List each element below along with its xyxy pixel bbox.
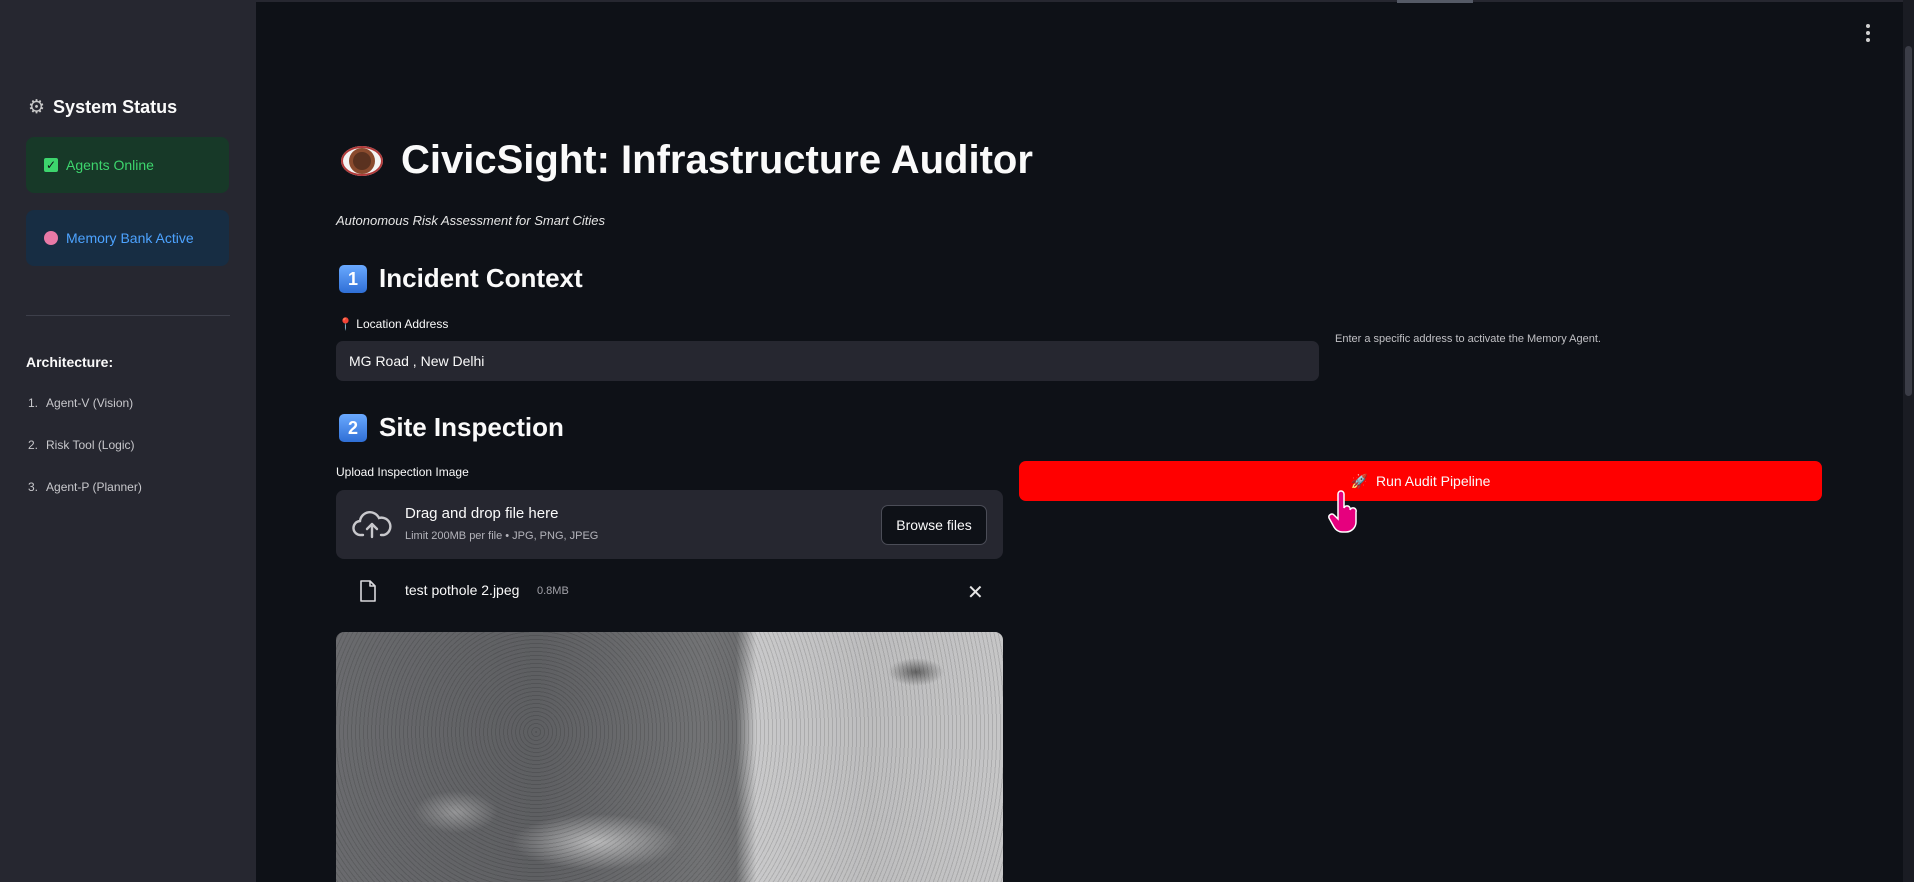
page-title: CivicSight: Infrastructure Auditor [341, 138, 1033, 183]
eye-icon [341, 145, 383, 176]
top-border [0, 0, 1914, 2]
top-tab-indicator [1397, 0, 1473, 3]
number-one-icon: 1 [339, 264, 367, 293]
section-site-inspection: 2 Site Inspection [339, 412, 564, 443]
number-two-icon: 2 [339, 413, 367, 442]
sidebar-title-text: System Status [53, 97, 178, 117]
agents-online-status: ✓ Agents Online [26, 137, 229, 193]
drop-text: Drag and drop file here [405, 505, 559, 522]
section-incident-context: 1 Incident Context [339, 263, 583, 294]
close-icon[interactable]: ✕ [967, 580, 984, 605]
hand-cursor-icon [1328, 490, 1357, 533]
memory-bank-status: Memory Bank Active [26, 210, 229, 266]
sidebar-divider [26, 315, 230, 316]
upload-cloud-icon [352, 511, 392, 539]
scrollbar-thumb[interactable] [1905, 46, 1912, 396]
file-icon [360, 580, 376, 602]
brain-icon [44, 231, 58, 245]
upload-limit-text: Limit 200MB per file • JPG, PNG, JPEG [405, 530, 599, 542]
architecture-item-label: Agent-V (Vision) [46, 396, 134, 410]
location-label: 📍 Location Address [338, 317, 448, 331]
pin-icon: 📍 [338, 317, 353, 331]
pothole-image-preview [336, 632, 1003, 882]
run-audit-pipeline-button[interactable]: 🚀 Run Audit Pipeline [1019, 461, 1822, 501]
kebab-menu-icon[interactable] [1865, 24, 1871, 42]
architecture-item-num: 3. [28, 480, 39, 494]
architecture-item-label: Risk Tool (Logic) [46, 438, 135, 452]
file-name: test pothole 2.jpeg [405, 582, 520, 598]
architecture-item: 2. Risk Tool (Logic) [28, 438, 142, 480]
architecture-item: 1. Agent-V (Vision) [28, 396, 142, 438]
agents-online-label: Agents Online [66, 157, 154, 173]
sidebar-title: ⚙ System Status [28, 96, 177, 119]
upload-label: Upload Inspection Image [336, 465, 469, 479]
sidebar: ⚙ System Status ✓ Agents Online Memory B… [0, 0, 256, 882]
location-address-input[interactable]: MG Road , New Delhi [336, 341, 1319, 381]
location-hint: Enter a specific address to activate the… [1335, 333, 1601, 345]
page-subtitle: Autonomous Risk Assessment for Smart Cit… [336, 213, 605, 228]
architecture-item-num: 2. [28, 438, 39, 452]
file-uploader-dropzone[interactable]: Drag and drop file here Limit 200MB per … [336, 490, 1003, 559]
memory-bank-label: Memory Bank Active [66, 230, 194, 246]
architecture-item-label: Agent-P (Planner) [46, 480, 142, 494]
architecture-item-num: 1. [28, 396, 39, 410]
architecture-item: 3. Agent-P (Planner) [28, 480, 142, 522]
run-audit-label: Run Audit Pipeline [1376, 473, 1491, 489]
architecture-list: 1. Agent-V (Vision) 2. Risk Tool (Logic)… [28, 396, 142, 522]
gear-icon: ⚙ [28, 97, 46, 118]
uploaded-file-row: test pothole 2.jpeg 0.8MB ✕ [336, 570, 1003, 612]
architecture-title: Architecture: [26, 354, 114, 370]
rocket-icon: 🚀 [1350, 472, 1368, 489]
section-title-text: Site Inspection [379, 412, 564, 442]
page-title-text: CivicSight: Infrastructure Auditor [401, 138, 1033, 182]
section-title-text: Incident Context [379, 263, 583, 293]
browse-files-button[interactable]: Browse files [881, 505, 987, 545]
file-size: 0.8MB [537, 585, 569, 597]
location-label-text: Location Address [356, 317, 449, 331]
check-icon: ✓ [44, 158, 58, 172]
